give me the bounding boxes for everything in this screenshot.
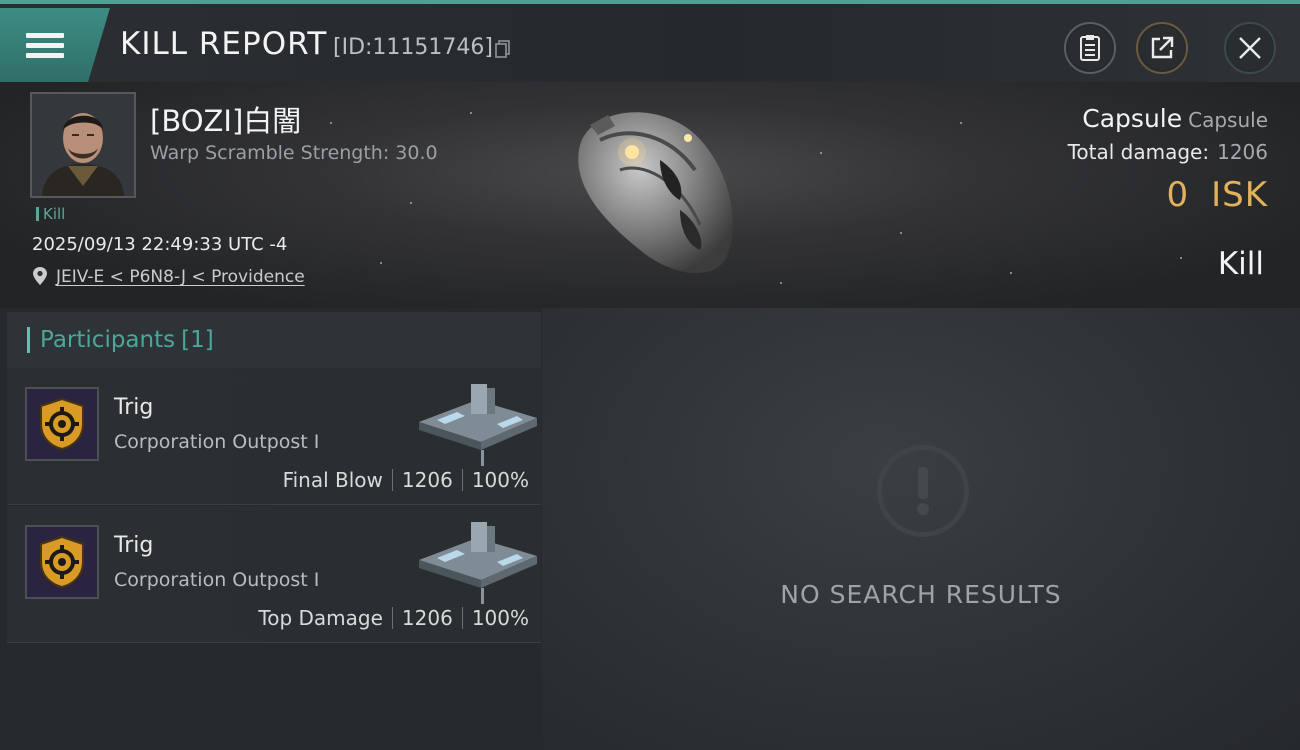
- close-button[interactable]: [1224, 22, 1276, 74]
- clipboard-icon: [1080, 35, 1100, 61]
- copy-icon[interactable]: [495, 40, 510, 58]
- pilot-portrait[interactable]: [30, 92, 136, 198]
- ship-class: Capsule: [1188, 108, 1268, 132]
- corporation-logo: [25, 525, 99, 599]
- kill-tag: Kill: [36, 205, 65, 223]
- participant-name: Trig: [114, 533, 154, 558]
- warp-scramble-text: Warp Scramble Strength: 30.0: [150, 142, 438, 164]
- participant-percent: 100%: [471, 606, 529, 630]
- corporation-logo: [25, 387, 99, 461]
- participants-tab[interactable]: Participants [1]: [7, 312, 541, 368]
- capsule-ship-image: [578, 112, 733, 274]
- participant-role: Final Blow: [282, 468, 383, 492]
- participant-damage: 1206: [401, 606, 453, 630]
- outpost-structure-image: [419, 384, 537, 466]
- divider: [461, 607, 463, 629]
- isk-amount: 0: [1166, 175, 1190, 215]
- participant-stats: Top Damage 1206 100%: [258, 606, 529, 630]
- gear-shield-icon: [40, 536, 84, 588]
- results-panel: NO SEARCH RESULTS: [542, 308, 1300, 750]
- outpost-structure-image: [419, 522, 537, 604]
- isk-unit: ISK: [1211, 175, 1268, 215]
- ship-name: Capsule: [1082, 104, 1183, 133]
- result-label: Kill: [1217, 246, 1264, 282]
- no-results-text: NO SEARCH RESULTS: [780, 580, 1062, 609]
- pilot-avatar: [32, 94, 134, 196]
- participant-row[interactable]: Trig Corporation Outpost I Top Damage 12…: [7, 506, 541, 643]
- divider: [461, 469, 463, 491]
- page-title: KILL REPORT: [120, 26, 328, 62]
- participant-ship: Corporation Outpost I: [114, 569, 320, 591]
- share-icon: [1151, 36, 1174, 59]
- participants-count: [1]: [181, 327, 214, 353]
- close-icon: [1239, 37, 1261, 59]
- divider: [391, 469, 393, 491]
- participant-row[interactable]: Trig Corporation Outpost I Final Blow 12…: [7, 368, 541, 505]
- kill-summary-banner: [BOZI]白闇 Warp Scramble Strength: 30.0 Ki…: [0, 82, 1300, 308]
- total-damage-label: Total damage:: [1067, 140, 1210, 164]
- participant-percent: 100%: [471, 468, 529, 492]
- tab-accent: [27, 327, 30, 353]
- participants-label: Participants: [40, 327, 176, 353]
- exclamation-icon: [917, 467, 929, 515]
- divider: [391, 607, 393, 629]
- top-bar: KILL REPORT [ID:11151746]: [0, 0, 1300, 82]
- location-link[interactable]: JEIV-E < P6N8-J < Providence: [56, 267, 305, 287]
- location-pin-icon: [33, 267, 47, 285]
- menu-icon: [26, 28, 64, 63]
- kill-datetime: 2025/09/13 22:49:33 UTC -4: [32, 234, 288, 255]
- isk-value: 0 ISK: [1166, 175, 1268, 215]
- total-damage: Total damage: 1206: [1068, 140, 1268, 164]
- participants-panel: Participants [1] Trig Corporation Outpos…: [0, 308, 542, 750]
- share-button[interactable]: [1136, 22, 1188, 74]
- participant-damage: 1206: [401, 468, 453, 492]
- gear-shield-icon: [40, 398, 84, 450]
- clipboard-button[interactable]: [1064, 22, 1116, 74]
- pilot-name[interactable]: [BOZI]白闇: [150, 98, 301, 140]
- participant-stats: Final Blow 1206 100%: [283, 468, 529, 492]
- participant-role: Top Damage: [258, 606, 383, 630]
- total-damage-value: 1206: [1217, 140, 1268, 164]
- report-id: [ID:11151746]: [333, 35, 493, 60]
- ship-type: Capsule Capsule: [1082, 104, 1268, 133]
- menu-button[interactable]: [0, 8, 110, 82]
- participant-name: Trig: [114, 395, 154, 420]
- participant-ship: Corporation Outpost I: [114, 431, 320, 453]
- alert-icon: [877, 445, 969, 537]
